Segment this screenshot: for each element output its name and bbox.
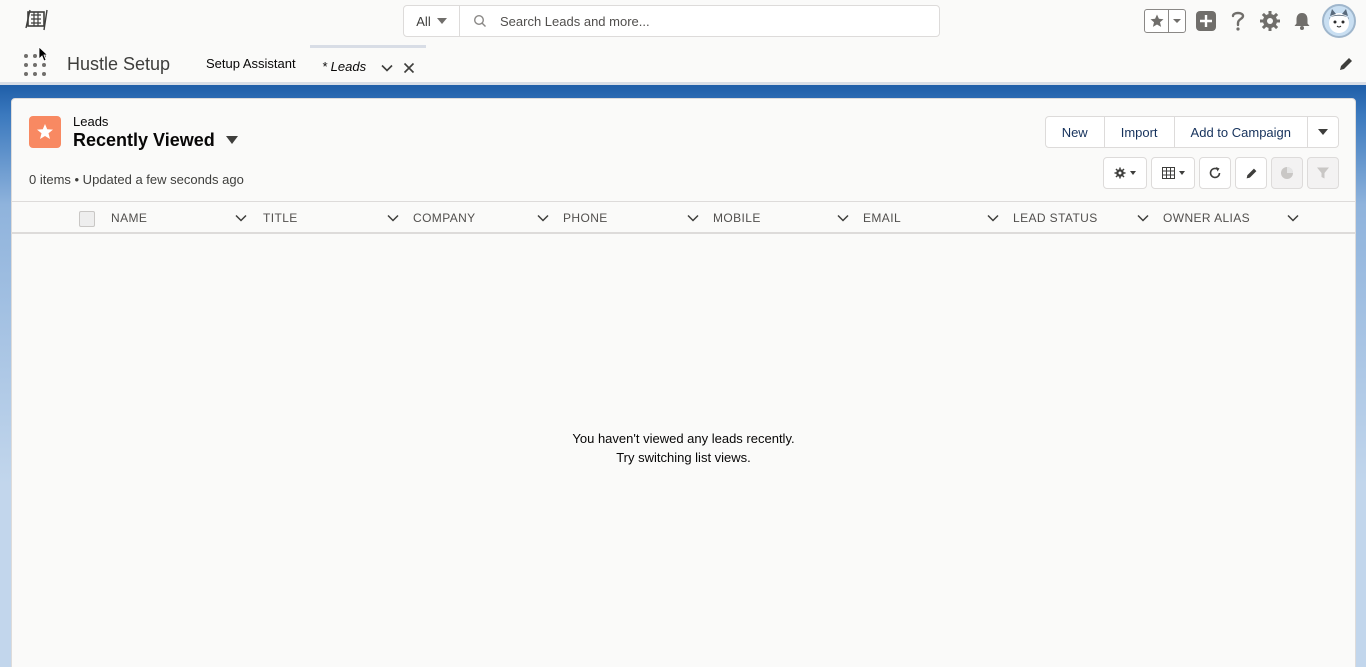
list-view-controls	[1103, 157, 1339, 189]
column-header-owner-alias[interactable]: OWNER ALIAS	[1163, 202, 1313, 233]
table-header: NAME TITLE COMPANY PHONE MOBILE EMAIL LE…	[12, 201, 1355, 234]
chevron-down-icon[interactable]	[380, 61, 394, 80]
chevron-down-icon[interactable]	[387, 211, 399, 229]
list-meta: 0 items • Updated a few seconds ago	[29, 172, 244, 187]
chevron-down-icon[interactable]	[687, 211, 699, 229]
filter-button[interactable]	[1307, 157, 1339, 189]
empty-state: You haven't viewed any leads recently. T…	[12, 429, 1355, 467]
help-icon[interactable]	[1226, 9, 1250, 33]
column-header-email[interactable]: EMAIL	[863, 202, 1013, 233]
list-settings-button[interactable]	[1103, 157, 1147, 189]
favorites-button-group	[1144, 9, 1186, 33]
new-button[interactable]: New	[1046, 117, 1105, 147]
column-header-title[interactable]: TITLE	[263, 202, 413, 233]
lead-object-icon	[29, 116, 61, 148]
chevron-down-icon[interactable]	[837, 211, 849, 229]
star-icon[interactable]	[1145, 10, 1169, 32]
column-label: MOBILE	[713, 211, 761, 225]
column-label: EMAIL	[863, 211, 902, 225]
search-scope-dropdown[interactable]: All	[404, 6, 460, 36]
column-header-lead-status[interactable]: LEAD STATUS	[1013, 202, 1163, 233]
column-label: COMPANY	[413, 211, 476, 225]
object-label: Leads	[73, 114, 109, 129]
search-input[interactable]	[500, 6, 939, 36]
app-name: Hustle Setup	[67, 54, 171, 74]
column-header-phone[interactable]: PHONE	[563, 202, 713, 233]
header-utilities	[1144, 4, 1356, 38]
empty-state-line-1: You haven't viewed any leads recently.	[572, 431, 795, 446]
column-header-mobile[interactable]: MOBILE	[713, 202, 863, 233]
list-view-title[interactable]: Recently Viewed	[73, 130, 215, 151]
empty-state-line-2: Try switching list views.	[616, 450, 751, 465]
chevron-down-icon[interactable]	[235, 211, 247, 229]
chevron-down-icon[interactable]	[537, 211, 549, 229]
chevron-down-icon[interactable]	[1287, 211, 1299, 229]
column-label: LEAD STATUS	[1013, 211, 1098, 225]
chevron-down-icon[interactable]	[987, 211, 999, 229]
close-icon[interactable]	[402, 61, 416, 80]
add-to-campaign-button[interactable]: Add to Campaign	[1175, 117, 1308, 147]
more-actions-button[interactable]	[1308, 117, 1338, 147]
list-view-card: Leads Recently Viewed 0 items • Updated …	[11, 98, 1356, 667]
app-logo-icon[interactable]	[22, 6, 50, 34]
plus-icon[interactable]	[1194, 9, 1218, 33]
refresh-button[interactable]	[1199, 157, 1231, 189]
caret-down-icon	[1130, 171, 1136, 175]
caret-down-icon	[1178, 171, 1185, 175]
search-scope-label: All	[416, 13, 431, 29]
search-icon	[460, 6, 500, 36]
list-view-switcher-icon[interactable]	[226, 136, 238, 144]
inline-edit-button[interactable]	[1235, 157, 1267, 189]
action-button-group: New Import Add to Campaign	[1044, 116, 1339, 148]
avatar[interactable]	[1322, 4, 1356, 38]
tab-leads[interactable]: * Leads	[310, 45, 426, 85]
chevron-down-icon[interactable]	[1169, 10, 1185, 32]
column-header-name[interactable]: NAME	[111, 202, 261, 233]
caret-down-icon	[436, 18, 447, 24]
column-header-company[interactable]: COMPANY	[413, 202, 563, 233]
mouse-pointer-icon	[38, 46, 49, 67]
global-search: All	[403, 5, 940, 37]
edit-nav-icon[interactable]	[1338, 56, 1354, 77]
column-label: TITLE	[263, 211, 298, 225]
tab-leads-label: * Leads	[322, 59, 367, 74]
tab-setup-assistant[interactable]: Setup Assistant	[206, 56, 296, 71]
display-as-table-button[interactable]	[1151, 157, 1195, 189]
import-button[interactable]: Import	[1105, 117, 1175, 147]
app-nav-bar: Hustle Setup Setup Assistant * Leads	[0, 42, 1366, 85]
gear-icon[interactable]	[1258, 9, 1282, 33]
select-all-checkbox[interactable]	[79, 211, 95, 227]
column-label: PHONE	[563, 211, 608, 225]
column-label: NAME	[111, 211, 148, 225]
bell-icon[interactable]	[1290, 9, 1314, 33]
chevron-down-icon[interactable]	[1137, 211, 1149, 229]
charts-button[interactable]	[1271, 157, 1303, 189]
column-label: OWNER ALIAS	[1163, 211, 1251, 225]
global-header: All	[0, 0, 1366, 42]
